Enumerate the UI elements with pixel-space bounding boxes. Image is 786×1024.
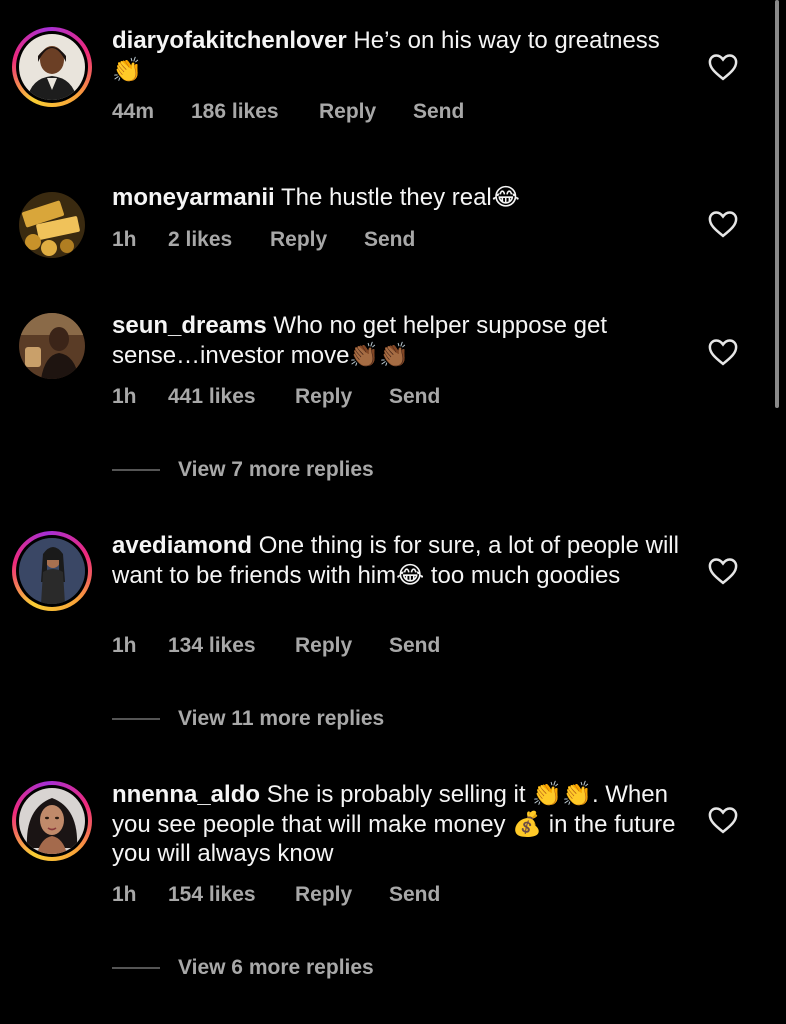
view-replies-label[interactable]: View 7 more replies xyxy=(178,458,374,482)
story-ring[interactable] xyxy=(12,531,92,611)
story-ring[interactable] xyxy=(12,781,92,861)
replies-divider xyxy=(112,718,160,720)
view-replies-label[interactable]: View 11 more replies xyxy=(178,707,384,731)
heart-icon[interactable] xyxy=(708,806,738,834)
view-replies-button[interactable]: View 11 more replies xyxy=(112,707,384,731)
send-button[interactable]: Send xyxy=(389,385,440,409)
comment-likes[interactable]: 154 likes xyxy=(168,883,295,907)
woman-photo-avatar-icon xyxy=(19,538,85,604)
comment-meta: 1h 2 likes Reply Send xyxy=(112,228,415,252)
send-button[interactable]: Send xyxy=(389,634,440,658)
heart-icon[interactable] xyxy=(708,557,738,585)
comment-meta: 1h 154 likes Reply Send xyxy=(112,883,440,907)
replies-divider xyxy=(112,469,160,471)
heart-icon[interactable] xyxy=(708,338,738,366)
heart-icon[interactable] xyxy=(708,53,738,81)
woman-portrait-avatar-icon xyxy=(19,788,85,854)
comment-time: 1h xyxy=(112,228,137,251)
comment-meta: 44m 186 likes Reply Send xyxy=(112,100,464,124)
view-replies-button[interactable]: View 7 more replies xyxy=(112,458,374,482)
reply-button[interactable]: Reply xyxy=(295,385,389,409)
comment-time: 1h xyxy=(112,385,137,408)
comment-likes[interactable]: 186 likes xyxy=(191,100,319,124)
comment-time: 1h xyxy=(112,634,137,657)
comment-text: avediamond One thing is for sure, a lot … xyxy=(112,531,682,590)
comment-text: diaryofakitchenlover He’s on his way to … xyxy=(112,26,682,85)
comment-body: The hustle they real😂 xyxy=(280,184,520,211)
person-photo-avatar-icon xyxy=(19,313,85,379)
comment-meta: 1h 134 likes Reply Send xyxy=(112,634,440,658)
comment-meta: 1h 441 likes Reply Send xyxy=(112,385,440,409)
scrollbar[interactable] xyxy=(775,0,779,408)
replies-divider xyxy=(112,967,160,969)
comment-text: seun_dreams Who no get helper suppose ge… xyxy=(112,311,682,370)
heart-icon[interactable] xyxy=(708,210,738,238)
comment-username[interactable]: diaryofakitchenlover xyxy=(112,27,347,54)
avatar-container[interactable] xyxy=(12,185,92,265)
send-button[interactable]: Send xyxy=(364,228,415,252)
reply-button[interactable]: Reply xyxy=(295,883,389,907)
comment-likes[interactable]: 134 likes xyxy=(168,634,295,658)
reply-button[interactable]: Reply xyxy=(295,634,389,658)
view-replies-label[interactable]: View 6 more replies xyxy=(178,956,374,980)
avatar-container[interactable] xyxy=(12,306,92,386)
gold-bars-avatar-icon xyxy=(19,192,85,258)
reply-button[interactable]: Reply xyxy=(319,100,413,124)
comment-time: 1h xyxy=(112,883,137,906)
comment-username[interactable]: moneyarmanii xyxy=(112,184,275,211)
comment-text: nnenna_aldo She is probably selling it 👏… xyxy=(112,780,682,869)
comment-likes[interactable]: 441 likes xyxy=(168,385,295,409)
reply-button[interactable]: Reply xyxy=(270,228,364,252)
comment-time: 44m xyxy=(112,100,155,123)
kitchen-chef-avatar-icon xyxy=(19,34,85,100)
send-button[interactable]: Send xyxy=(389,883,440,907)
story-ring[interactable] xyxy=(12,27,92,107)
comment-username[interactable]: nnenna_aldo xyxy=(112,781,260,808)
comment-text: moneyarmanii The hustle they real😂 xyxy=(112,183,682,213)
comment-username[interactable]: avediamond xyxy=(112,532,252,559)
view-replies-button[interactable]: View 6 more replies xyxy=(112,956,374,980)
comment-likes[interactable]: 2 likes xyxy=(168,228,270,252)
comment-username[interactable]: seun_dreams xyxy=(112,312,267,339)
send-button[interactable]: Send xyxy=(413,100,464,124)
